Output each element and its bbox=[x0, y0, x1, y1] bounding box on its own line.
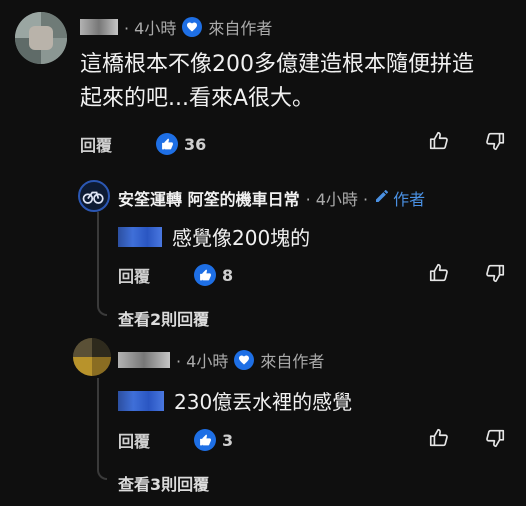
blurred-username bbox=[80, 19, 118, 35]
creator-avatar[interactable] bbox=[78, 180, 110, 212]
heart-icon bbox=[182, 17, 203, 37]
reply-button[interactable]: 回覆 bbox=[80, 132, 112, 156]
thumbs-up-icon bbox=[156, 133, 179, 155]
like-count: 36 bbox=[156, 133, 206, 155]
comment-actions: 回覆 3 bbox=[118, 427, 233, 453]
thumbs-up-icon bbox=[194, 264, 217, 286]
blurred-mention bbox=[118, 226, 162, 247]
reply-button[interactable]: 回覆 bbox=[118, 263, 150, 287]
dislike-button-icon[interactable] bbox=[484, 427, 506, 449]
reply-meta: 安筌運轉 阿筌的機車日常 · 4小時 · 作者 bbox=[118, 186, 425, 210]
creator-label: 作者 bbox=[393, 190, 426, 209]
comment-actions: 回覆 36 bbox=[80, 131, 520, 157]
dislike-button-icon[interactable] bbox=[484, 262, 506, 284]
view-replies-link[interactable]: 查看3則回覆 bbox=[118, 471, 209, 495]
like-count-number: 8 bbox=[222, 265, 234, 285]
avatar[interactable] bbox=[15, 12, 67, 64]
heart-icon bbox=[234, 350, 255, 370]
thread-line bbox=[97, 378, 99, 466]
blurred-username bbox=[118, 352, 170, 368]
reply-text: 感覺像200塊的 bbox=[118, 222, 310, 251]
like-button-icon[interactable] bbox=[428, 262, 450, 284]
like-count-number: 36 bbox=[184, 134, 207, 154]
comment-meta: · 4小時 來自作者 bbox=[118, 348, 324, 372]
like-count: 3 bbox=[194, 429, 233, 451]
like-button-icon[interactable] bbox=[428, 130, 450, 152]
comment-text: 230億丟水裡的感覺 bbox=[118, 386, 352, 415]
blurred-mention bbox=[118, 390, 164, 411]
like-count-number: 3 bbox=[222, 430, 234, 450]
dislike-button-icon[interactable] bbox=[484, 130, 506, 152]
comment-time: · 4小時 bbox=[176, 352, 229, 371]
avatar[interactable] bbox=[73, 338, 111, 376]
creator-badge: 作者 bbox=[374, 186, 425, 210]
channel-name[interactable]: 安筌運轉 阿筌的機車日常 bbox=[118, 186, 300, 210]
comment-text-content: 230億丟水裡的感覺 bbox=[174, 390, 353, 414]
pencil-icon bbox=[374, 188, 390, 208]
reply-actions: 回覆 8 bbox=[118, 262, 233, 288]
thread-curve bbox=[97, 298, 107, 316]
view-replies-link[interactable]: 查看2則回覆 bbox=[118, 306, 209, 330]
reply-button[interactable]: 回覆 bbox=[118, 428, 150, 452]
reply-text-content: 感覺像200塊的 bbox=[172, 226, 311, 250]
thumbs-up-icon bbox=[194, 429, 217, 451]
like-button-icon[interactable] bbox=[428, 427, 450, 449]
reply-time: · 4小時 · bbox=[305, 190, 369, 209]
thread-curve bbox=[97, 462, 107, 480]
like-count: 8 bbox=[194, 264, 233, 286]
author-label: 來自作者 bbox=[208, 19, 273, 38]
author-label: 來自作者 bbox=[260, 352, 325, 371]
comment-text: 這橋根本不像200多億建造根本隨便拼造 起來的吧...看來A很大。 bbox=[80, 48, 520, 116]
comment-text-line: 這橋根本不像200多億建造根本隨便拼造 bbox=[80, 52, 474, 77]
thread-line bbox=[97, 212, 99, 300]
comment-time: · 4小時 bbox=[124, 19, 177, 38]
comment-meta: · 4小時 來自作者 bbox=[80, 15, 272, 39]
comment-text-line: 起來的吧...看來A很大。 bbox=[80, 86, 315, 111]
